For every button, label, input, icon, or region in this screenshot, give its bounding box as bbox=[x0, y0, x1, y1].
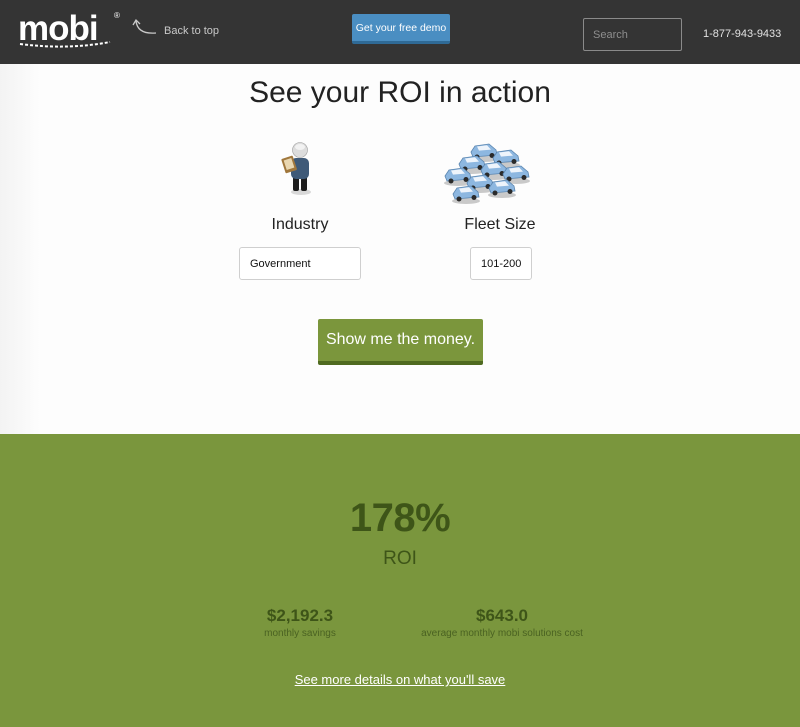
phone-number[interactable]: 1-877-943-9433 bbox=[703, 28, 781, 40]
roi-value: 178% bbox=[349, 496, 451, 540]
curved-arrow-icon bbox=[132, 18, 157, 34]
monthly-cost-value: $643.0 bbox=[476, 606, 528, 625]
roi-label: ROI bbox=[383, 548, 417, 569]
top-navbar: mobi ® Back to top Get your free demo 1-… bbox=[0, 0, 800, 64]
roi-calculator: See your ROI in action Industry Fleet Si… bbox=[0, 64, 800, 434]
monthly-savings-stat: $2,192.3 monthly savings bbox=[240, 606, 360, 639]
search-input[interactable] bbox=[583, 18, 682, 51]
back-to-top-label: Back to top bbox=[164, 25, 220, 37]
fleet-size-label: Fleet Size bbox=[464, 216, 536, 233]
person-with-clipboard-icon bbox=[281, 142, 311, 195]
industry-label: Industry bbox=[271, 216, 329, 233]
back-to-top-link[interactable]: Back to top bbox=[132, 18, 219, 38]
fleet-cars-icon bbox=[443, 143, 531, 205]
logo-registered: ® bbox=[114, 11, 120, 20]
roi-results: 178% ROI $2,192.3 monthly savings $643.0… bbox=[0, 434, 800, 727]
monthly-savings-caption: monthly savings bbox=[264, 628, 336, 639]
page-title: See your ROI in action bbox=[249, 76, 551, 109]
logo-mark: mobi ® bbox=[18, 9, 120, 48]
monthly-cost-caption: average monthly mobi solutions cost bbox=[421, 628, 583, 639]
mobi-logo[interactable]: mobi ® bbox=[18, 8, 122, 52]
monthly-savings-value: $2,192.3 bbox=[266, 606, 334, 625]
show-money-button[interactable]: Show me the money. bbox=[318, 319, 483, 365]
monthly-cost-stat: $643.0 average monthly mobi solutions co… bbox=[410, 606, 594, 639]
fleet-size-select[interactable]: 101-200 bbox=[470, 247, 532, 280]
see-more-details-link[interactable]: See more details on what you'll save bbox=[0, 672, 800, 687]
industry-select[interactable]: Government bbox=[239, 247, 361, 280]
logo-text: mobi bbox=[18, 9, 98, 48]
free-demo-button[interactable]: Get your free demo bbox=[352, 14, 450, 44]
